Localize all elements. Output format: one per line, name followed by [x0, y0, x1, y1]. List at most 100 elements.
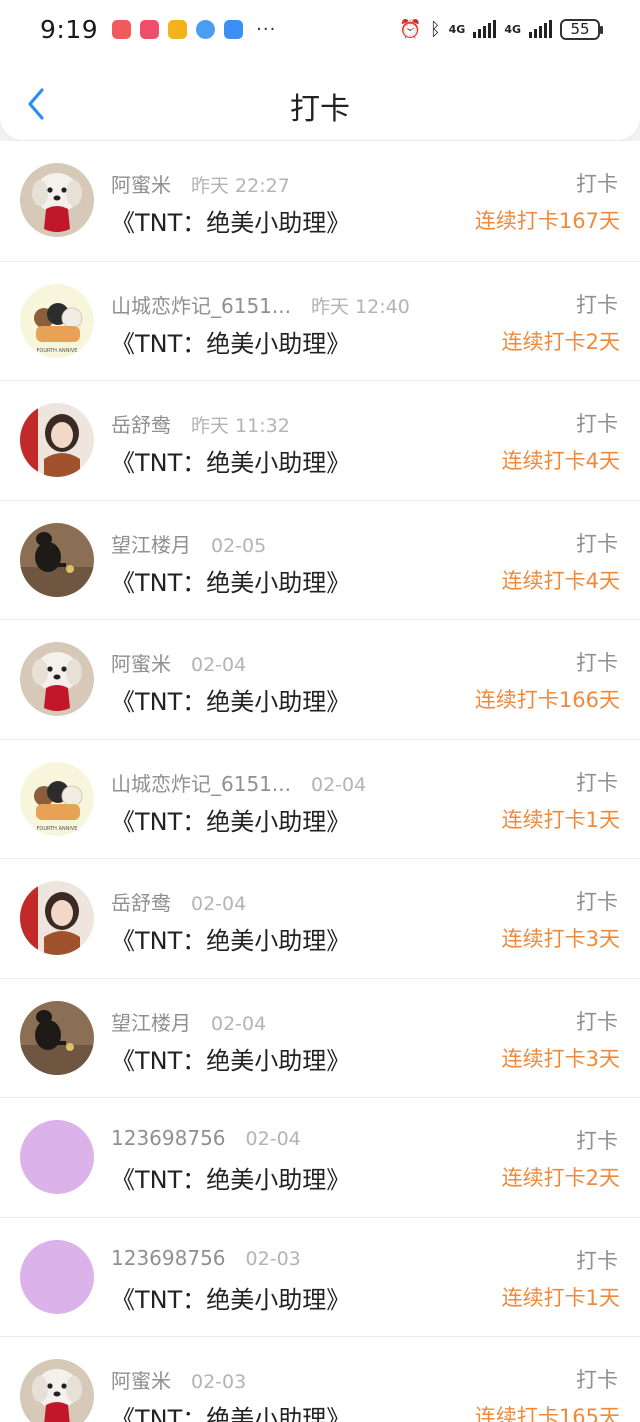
streak-label: 连续打卡2天	[501, 1166, 620, 1190]
avatar[interactable]: FOURTH ANNIVE	[20, 283, 94, 358]
page-title: 打卡	[290, 92, 350, 127]
book-title[interactable]: 《TNT：绝美小助理》	[111, 1399, 350, 1422]
avatar[interactable]	[20, 881, 94, 955]
timestamp: 02-04	[310, 773, 367, 796]
book-title[interactable]: 《TNT：绝美小助理》	[111, 443, 350, 478]
username[interactable]: 望江楼月	[111, 529, 191, 558]
row-meta: 阿蜜米 02-03	[111, 1365, 246, 1394]
book-title[interactable]: 《TNT：绝美小助理》	[111, 203, 350, 238]
avatar[interactable]: FOURTH ANNIVE	[20, 761, 94, 836]
avatar[interactable]	[20, 522, 94, 597]
app-blue-cloud-icon	[224, 19, 244, 39]
row-meta: 望江楼月 02-04	[111, 1007, 266, 1036]
row-meta: 岳舒鸯 02-04	[111, 887, 246, 916]
action-label: 打卡	[576, 1248, 618, 1273]
book-title[interactable]: 《TNT：绝美小助理》	[111, 563, 350, 598]
row-meta: 山城恋炸记_6151... 昨天 12:40	[111, 290, 410, 319]
list-item[interactable]: 岳舒鸯 02-04 打卡 《TNT：绝美小助理》 连续打卡3天	[0, 858, 640, 978]
app-pink-icon	[140, 19, 160, 39]
row-meta: 阿蜜米 昨天 22:27	[111, 169, 290, 198]
streak-label: 连续打卡4天	[501, 568, 620, 593]
streak-label: 连续打卡167天	[474, 209, 620, 233]
avatar[interactable]	[20, 1239, 94, 1314]
list-item[interactable]: 望江楼月 02-04 打卡 《TNT：绝美小助理》 连续打卡3天	[0, 977, 640, 1097]
bears-avatar-icon: FOURTH ANNIVE	[20, 283, 94, 358]
username[interactable]: 123698756	[111, 1246, 226, 1270]
timestamp: 02-04	[211, 1012, 267, 1035]
avatar[interactable]	[20, 642, 94, 716]
monkey-avatar-icon	[20, 1000, 94, 1075]
action-label: 打卡	[576, 651, 618, 675]
list-item[interactable]: 123698756 02-03 打卡 《TNT：绝美小助理》 连续打卡1天	[0, 1216, 640, 1336]
nav-bar: 打卡	[0, 58, 640, 140]
list-item[interactable]: FOURTH ANNIVE 山城恋炸记_6151... 02-04 打卡 《TN…	[0, 738, 640, 858]
book-title[interactable]: 《TNT：绝美小助理》	[111, 324, 350, 359]
signal-icon-2	[529, 20, 552, 38]
list-item[interactable]: 岳舒鸯 昨天 11:32 打卡 《TNT：绝美小助理》 连续打卡4天	[0, 380, 640, 500]
girl-avatar-icon	[20, 403, 94, 477]
username[interactable]: 山城恋炸记_6151...	[111, 290, 291, 319]
purple-avatar-icon	[20, 1120, 94, 1194]
status-time: 9:19	[40, 14, 99, 44]
book-title[interactable]: 《TNT：绝美小助理》	[111, 1280, 350, 1315]
action-label: 打卡	[576, 292, 618, 317]
username[interactable]: 岳舒鸯	[111, 887, 171, 916]
action-label: 打卡	[576, 1129, 618, 1153]
username[interactable]: 阿蜜米	[111, 648, 171, 677]
username[interactable]: 阿蜜米	[111, 1365, 171, 1394]
streak-label: 连续打卡3天	[501, 1046, 620, 1071]
signal-icon	[473, 20, 497, 38]
username[interactable]: 123698756	[111, 1126, 226, 1150]
row-meta: 山城恋炸记_6151... 02-04	[111, 768, 366, 797]
username[interactable]: 阿蜜米	[111, 169, 171, 198]
timestamp: 02-05	[211, 534, 267, 557]
timestamp: 昨天 22:27	[191, 175, 290, 197]
username[interactable]: 岳舒鸯	[111, 409, 171, 438]
timestamp: 02-03	[191, 1371, 247, 1393]
avatar[interactable]	[20, 1359, 94, 1422]
dog-avatar-icon	[20, 1359, 94, 1422]
action-label: 打卡	[576, 531, 618, 556]
avatar[interactable]	[20, 1000, 94, 1075]
avatar[interactable]	[20, 163, 94, 237]
list-item[interactable]: 123698756 02-04 打卡 《TNT：绝美小助理》 连续打卡2天	[0, 1097, 640, 1217]
girl-avatar-icon	[20, 881, 94, 955]
dog-avatar-icon	[20, 642, 94, 716]
timestamp: 昨天 12:40	[310, 295, 410, 318]
list-item[interactable]: 阿蜜米 昨天 22:27 打卡 《TNT：绝美小助理》 连续打卡167天	[0, 141, 640, 261]
list-item[interactable]: 望江楼月 02-05 打卡 《TNT：绝美小助理》 连续打卡4天	[0, 499, 640, 619]
battery-icon: 55	[560, 18, 603, 40]
avatar[interactable]	[20, 403, 94, 477]
list-item[interactable]: FOURTH ANNIVE 山城恋炸记_6151... 昨天 12:40 打卡 …	[0, 260, 640, 380]
streak-label: 连续打卡1天	[501, 807, 620, 832]
streak-label: 连续打卡166天	[474, 688, 620, 712]
timestamp: 02-04	[191, 893, 247, 915]
list-item[interactable]: 阿蜜米 02-03 打卡 《TNT：绝美小助理》 连续打卡165天	[0, 1336, 640, 1422]
book-title[interactable]: 《TNT：绝美小助理》	[111, 921, 350, 956]
app-blue-bird-icon	[196, 19, 216, 39]
timestamp: 02-03	[245, 1247, 301, 1270]
row-meta: 阿蜜米 02-04	[111, 648, 246, 677]
book-title[interactable]: 《TNT：绝美小助理》	[111, 1160, 350, 1195]
timestamp: 昨天 11:32	[191, 415, 290, 437]
list-item[interactable]: 阿蜜米 02-04 打卡 《TNT：绝美小助理》 连续打卡166天	[0, 619, 640, 739]
dog-avatar-icon	[20, 163, 94, 237]
row-meta: 望江楼月 02-05	[111, 529, 266, 558]
action-label: 打卡	[576, 412, 618, 436]
book-title[interactable]: 《TNT：绝美小助理》	[111, 1041, 350, 1076]
row-meta: 123698756 02-04	[111, 1126, 301, 1150]
username[interactable]: 山城恋炸记_6151...	[111, 768, 291, 797]
avatar[interactable]	[20, 1120, 94, 1194]
alarm-icon: ⏰	[399, 18, 422, 40]
timestamp: 02-04	[245, 1128, 301, 1150]
network-label-2: 4G	[504, 22, 521, 36]
svg-text:FOURTH ANNIVE: FOURTH ANNIVE	[37, 826, 78, 832]
monkey-avatar-icon	[20, 522, 94, 597]
status-system-icons: ⏰ ᛒ 4G 4G 55	[399, 18, 603, 40]
row-meta: 123698756 02-03	[111, 1246, 301, 1270]
more-icon: ···	[256, 18, 277, 40]
book-title[interactable]: 《TNT：绝美小助理》	[111, 682, 350, 717]
book-title[interactable]: 《TNT：绝美小助理》	[111, 802, 350, 837]
username[interactable]: 望江楼月	[111, 1007, 191, 1036]
timestamp: 02-04	[191, 654, 247, 676]
